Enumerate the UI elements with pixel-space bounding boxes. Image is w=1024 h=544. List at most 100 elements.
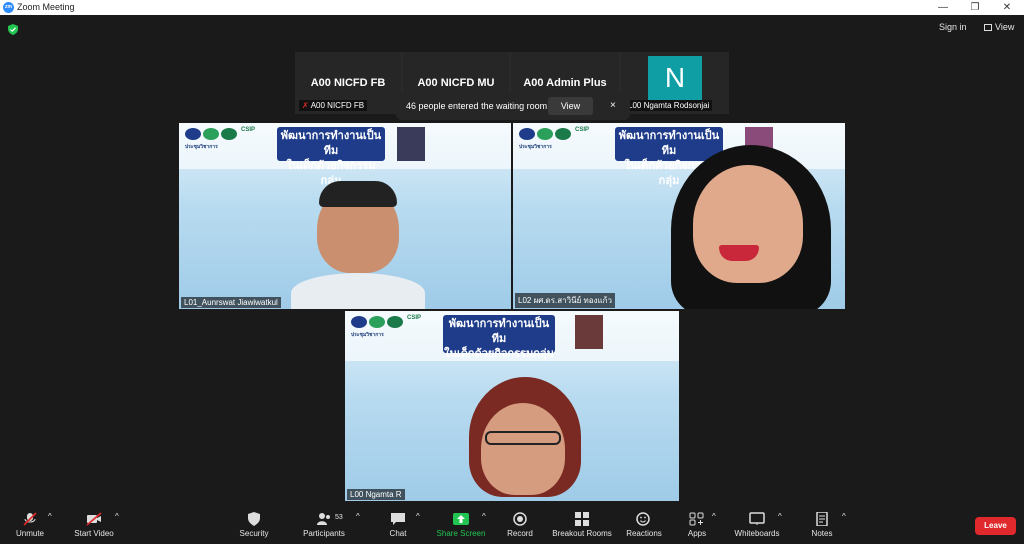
reactions-button[interactable]: Reactions	[626, 512, 662, 538]
participant-label-text: A00 NICFD FB	[310, 101, 365, 110]
share-screen-label: Share Screen	[436, 529, 486, 538]
participant-face	[481, 403, 565, 495]
security-label: Security	[239, 529, 269, 538]
view-waiting-room-button[interactable]: View	[548, 97, 593, 115]
reactions-label: Reactions	[626, 529, 662, 538]
breakout-rooms-icon	[575, 512, 589, 526]
participant-shirt	[291, 273, 425, 309]
slide-banner: พัฒนาการทำงานเป็นทีม ในเด็กด้วยกิจกรรมกลุ…	[277, 127, 385, 187]
slide-banner: พัฒนาการทำงานเป็นทีม ในเด็กด้วยกิจกรรมกลุ…	[615, 127, 723, 187]
speaker-caption	[429, 129, 509, 135]
window-title: Zoom Meeting	[17, 2, 75, 12]
csip-logo: CSIP	[407, 315, 422, 321]
notes-options-caret[interactable]: ^	[842, 512, 846, 521]
meeting-top-bar: Sign in View	[0, 15, 1024, 43]
muted-mic-icon: ✗	[302, 101, 309, 110]
participant-avatar: N	[648, 56, 702, 100]
organization-name: ประชุมวิชาการ	[185, 144, 218, 150]
banner-title: พัฒนาการทำงานเป็นทีม	[448, 318, 550, 345]
participant-hair	[319, 181, 397, 207]
participant-label: ✗ A00 NICFD FB	[299, 100, 368, 111]
participant-label: L00 Ngamta Rodsonjai	[625, 100, 713, 111]
participants-count: 53	[335, 514, 343, 521]
view-button[interactable]: View	[984, 22, 1014, 32]
banner-title: พัฒนาการทำงานเป็นทีม	[280, 130, 382, 157]
video-tile[interactable]: CSIP ประชุมวิชาการ พัฒนาการทำงานเป็นทีมใ…	[179, 123, 511, 309]
record-icon	[513, 512, 527, 526]
participant-name: A00 Admin Plus	[523, 77, 607, 89]
chat-icon	[391, 513, 405, 525]
chat-button[interactable]: Chat	[386, 512, 410, 538]
apps-label: Apps	[687, 529, 707, 538]
restore-button[interactable]: ❐	[958, 0, 992, 15]
banner-subtitle: ในเด็กด้วยกิจกรรมกลุ่ม	[444, 348, 554, 360]
start-video-button[interactable]: Start Video	[72, 512, 116, 538]
zoom-app-icon: zm	[3, 2, 14, 13]
window-title-bar: zm Zoom Meeting — ❐ ✕	[0, 0, 1024, 15]
csip-logo: CSIP	[575, 127, 590, 133]
share-screen-button[interactable]: Share Screen	[436, 512, 486, 538]
participant-name: A00 NICFD FB	[310, 77, 386, 89]
participant-name-label: L01_Aunrswat Jiawiwatkul	[181, 297, 281, 308]
participant-glasses	[485, 431, 561, 445]
speaker-photo	[575, 315, 603, 349]
apps-options-caret[interactable]: ^	[712, 512, 716, 521]
apps-button[interactable]: Apps	[686, 512, 708, 538]
sign-in-link[interactable]: Sign in	[939, 22, 967, 32]
breakout-rooms-label: Breakout Rooms	[552, 529, 612, 538]
meeting-toolbar: Unmute ^ Start Video ^ Security Particip…	[0, 508, 1024, 544]
unmute-button[interactable]: Unmute	[12, 512, 48, 538]
participant-face	[693, 165, 803, 283]
speaker-photo	[397, 127, 425, 161]
participant-name-label: L00 Ngamta R	[347, 489, 405, 500]
share-options-caret[interactable]: ^	[482, 512, 486, 521]
participant-card[interactable]: N L00 Ngamta Rodsonjai	[621, 52, 729, 114]
muted-mic-icon	[23, 512, 37, 526]
minimize-button[interactable]: —	[926, 0, 960, 15]
close-window-button[interactable]: ✕	[990, 0, 1024, 15]
participant-card[interactable]: A00 NICFD FB ✗ A00 NICFD FB	[295, 52, 401, 114]
participants-label: Participants	[303, 529, 345, 538]
leave-button[interactable]: Leave	[975, 517, 1016, 535]
participant-smile	[719, 245, 759, 261]
whiteboard-icon	[749, 512, 765, 525]
organization-name: ประชุมวิชาการ	[519, 144, 552, 150]
waiting-room-notification: 46 people entered the waiting room View …	[396, 93, 630, 120]
video-options-caret[interactable]: ^	[115, 512, 119, 521]
participants-icon	[317, 513, 330, 525]
active-speaker-tile[interactable]: CSIP ประชุมวิชาการ พัฒนาการทำงานเป็นทีมใ…	[345, 311, 679, 501]
encryption-shield-icon[interactable]	[8, 24, 18, 35]
reactions-smiley-icon	[636, 512, 650, 526]
notes-icon	[816, 512, 828, 526]
waiting-room-message: 46 people entered the waiting room	[406, 101, 548, 111]
slide-banner: พัฒนาการทำงานเป็นทีมในเด็กด้วยกิจกรรมกลุ…	[443, 315, 555, 360]
chat-label: Chat	[389, 529, 407, 538]
participant-name-label: L02 ผศ.ดร.สาวินีย์ ทองแก้ว	[515, 293, 615, 308]
apps-icon	[689, 512, 704, 526]
unmute-label: Unmute	[15, 529, 44, 538]
view-label: View	[995, 22, 1015, 32]
participants-options-caret[interactable]: ^	[356, 512, 360, 521]
video-off-icon	[86, 512, 102, 526]
notes-label: Notes	[811, 529, 833, 538]
audio-options-caret[interactable]: ^	[48, 512, 52, 521]
security-shield-icon	[248, 512, 260, 526]
dismiss-notification-button[interactable]: ×	[610, 100, 616, 111]
participant-name: A00 NICFD MU	[417, 77, 495, 89]
banner-title: พัฒนาการทำงานเป็นทีม	[618, 130, 720, 157]
whiteboards-label: Whiteboards	[734, 529, 780, 538]
organization-name: ประชุมวิชาการ	[351, 332, 384, 338]
start-video-label: Start Video	[74, 529, 114, 538]
whiteboards-button[interactable]: Whiteboards	[732, 512, 782, 538]
grid-view-icon	[984, 24, 992, 31]
video-tile[interactable]: CSIP ประชุมวิชาการ พัฒนาการทำงานเป็นทีมใ…	[513, 123, 845, 309]
chat-options-caret[interactable]: ^	[416, 512, 420, 521]
record-button[interactable]: Record	[506, 512, 534, 538]
share-screen-icon	[453, 513, 469, 525]
notes-button[interactable]: Notes	[808, 512, 836, 538]
record-label: Record	[507, 529, 533, 538]
breakout-rooms-button[interactable]: Breakout Rooms	[552, 512, 612, 538]
csip-logo: CSIP	[241, 127, 256, 133]
security-button[interactable]: Security	[236, 512, 272, 538]
whiteboards-options-caret[interactable]: ^	[778, 512, 782, 521]
